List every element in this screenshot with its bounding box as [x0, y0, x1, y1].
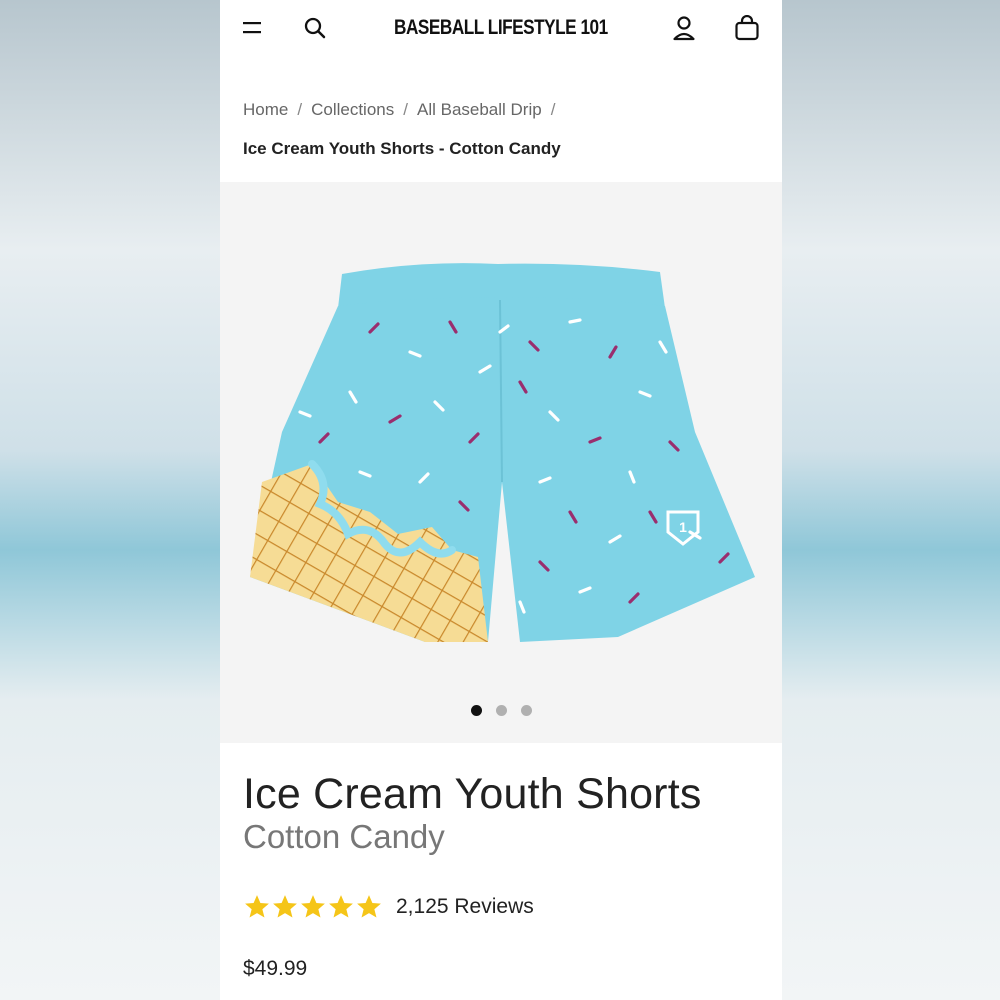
mobile-page: 1 101 BASEBALL LIFESTYLE 101 Home / Coll…: [220, 0, 782, 1000]
product-gallery[interactable]: 1: [220, 182, 782, 743]
star-icon: [301, 895, 325, 918]
brand-logo[interactable]: 1 101 BASEBALL LIFESTYLE 101: [388, 6, 614, 50]
product-price: $49.99: [243, 957, 308, 980]
breadcrumb-separator: /: [550, 100, 556, 119]
product-title: Ice Cream Youth Shorts: [243, 770, 702, 818]
rating-stars[interactable]: [243, 893, 383, 921]
breadcrumb-separator: /: [297, 100, 303, 119]
product-image[interactable]: 1: [220, 182, 782, 743]
star-icon: [329, 895, 353, 918]
background-blur-left: [0, 0, 220, 1000]
site-header: 1 101 BASEBALL LIFESTYLE 101: [220, 0, 782, 56]
product-rating: 2,125 Reviews: [243, 893, 534, 921]
breadcrumb-home[interactable]: Home: [243, 100, 288, 120]
breadcrumb-separator: /: [403, 100, 408, 119]
carousel-dot-1[interactable]: [470, 705, 482, 716]
brand-name: BASEBALL LIFESTYLE 101: [394, 16, 608, 39]
star-icon: [245, 895, 269, 918]
svg-text:1: 1: [679, 519, 687, 535]
menu-icon[interactable]: [235, 10, 271, 46]
product-variant: Cotton Candy: [243, 818, 445, 855]
star-icon: [357, 895, 381, 918]
search-icon[interactable]: [297, 10, 333, 46]
cart-icon[interactable]: [729, 10, 765, 46]
breadcrumb-current: Ice Cream Youth Shorts - Cotton Candy: [243, 139, 561, 158]
background-blur-right: [780, 0, 1000, 1000]
reviews-link[interactable]: 2,125 Reviews: [396, 895, 534, 919]
carousel-dots: [220, 705, 782, 716]
breadcrumb: Home / Collections / All Baseball Drip /: [243, 100, 763, 120]
carousel-dot-2[interactable]: [495, 705, 507, 716]
account-icon[interactable]: [666, 10, 702, 46]
breadcrumb-collections[interactable]: Collections: [311, 100, 394, 120]
star-icon: [273, 895, 297, 918]
carousel-dot-3[interactable]: [520, 705, 532, 716]
breadcrumb-all-baseball-drip[interactable]: All Baseball Drip: [417, 100, 542, 120]
